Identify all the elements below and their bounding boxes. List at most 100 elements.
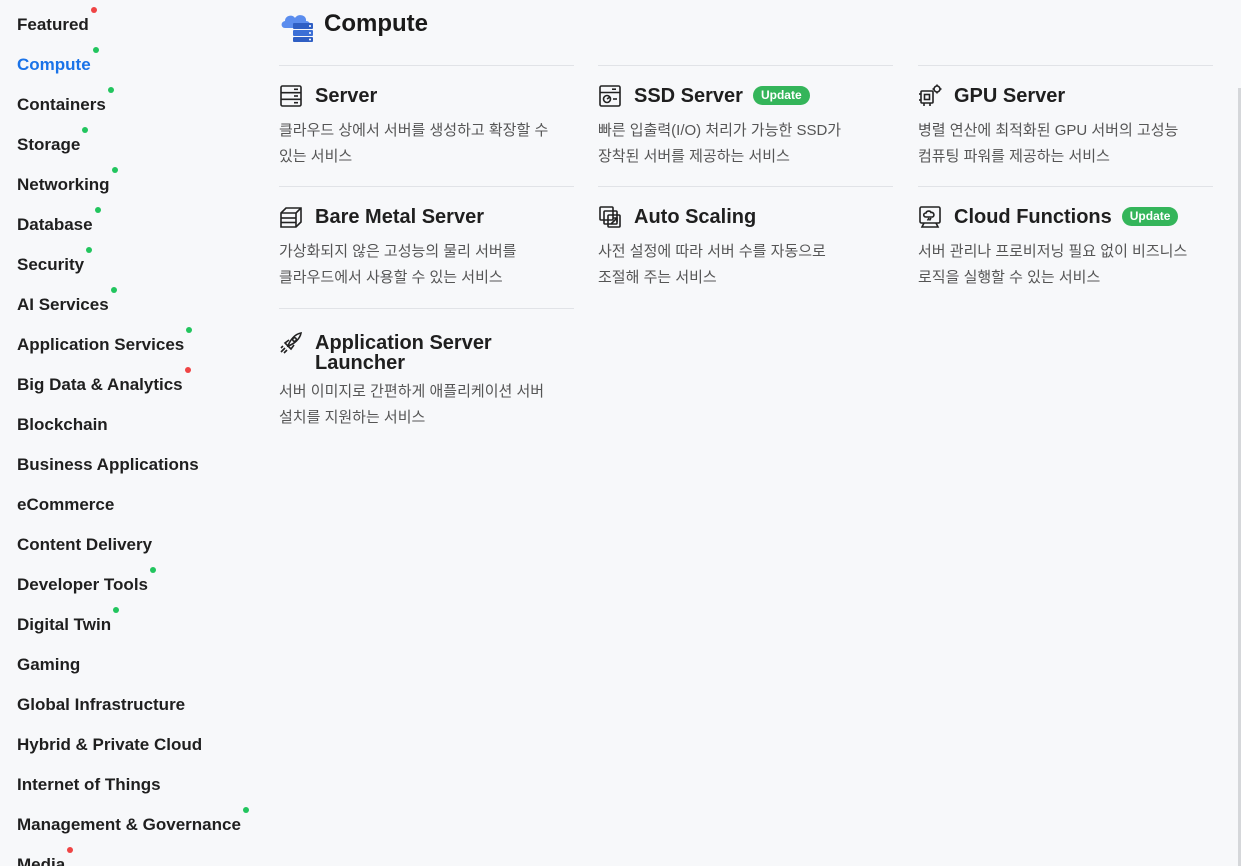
sidebar-item-label: Database: [17, 215, 93, 234]
service-card-gpu-server[interactable]: GPU Server 병렬 연산에 최적화된 GPU 서버의 고성능 컴퓨팅 파…: [918, 65, 1213, 186]
sidebar-item-ai-services[interactable]: AI Services: [17, 287, 117, 315]
page-title: Compute: [324, 10, 428, 37]
sidebar-item-label: Gaming: [17, 655, 81, 674]
status-dot: [82, 127, 89, 133]
sidebar-item-internet-of-things[interactable]: Internet of Things: [17, 775, 161, 795]
sidebar-item-label: Content Delivery: [17, 535, 153, 554]
status-dot: [90, 7, 97, 13]
sidebar-item-ecommerce[interactable]: eCommerce: [17, 495, 114, 515]
card-description-line: 있는 서비스: [279, 148, 353, 165]
service-card-auto-scaling[interactable]: Auto Scaling 사전 설정에 따라 서버 수를 자동으로 조절해 주는…: [598, 186, 893, 308]
sidebar-item-media[interactable]: Media: [17, 847, 74, 866]
card-description-line: 클라우드 상에서 서버를 생성하고 확장할 수: [279, 122, 549, 139]
sidebar-item-label: Media: [17, 855, 66, 866]
card-description: 서버 관리나 프로비저닝 필요 없이 비즈니스 로직을 실행할 수 있는 서비스: [918, 239, 1218, 291]
card-description-line: 로직을 실행할 수 있는 서비스: [918, 269, 1101, 286]
card-description-line: 서버 관리나 프로비저닝 필요 없이 비즈니스: [918, 243, 1188, 260]
sidebar-item-global-infrastructure[interactable]: Global Infrastructure: [17, 695, 185, 715]
rocket-icon: [280, 332, 302, 354]
update-badge: Update: [1121, 207, 1179, 227]
card-description-line: 사전 설정에 따라 서버 수를 자동으로: [598, 243, 826, 260]
sidebar-item-label: Blockchain: [17, 415, 108, 434]
card-description: 서버 이미지로 간편하게 애플리케이션 서버 설치를 지원하는 서비스: [279, 379, 579, 431]
cloud-server-icon: [281, 15, 313, 42]
card-description-line: 설치를 지원하는 서비스: [279, 409, 426, 426]
sidebar-item-gaming[interactable]: Gaming: [17, 655, 80, 675]
service-card-ssd-server[interactable]: SSD Server Update 빠른 입출력(I/O) 처리가 가능한 SSD…: [598, 65, 893, 186]
card-title: Application Server Launcher: [315, 331, 492, 373]
card-description: 가상화되지 않은 고성능의 물리 서버를 클라우드에서 사용할 수 있는 서비스: [279, 239, 579, 291]
sidebar-item-label: Containers: [17, 95, 106, 114]
card-title: Bare Metal Server: [315, 206, 484, 228]
sidebar-item-storage[interactable]: Storage: [17, 127, 89, 155]
status-dot: [67, 847, 74, 853]
card-description-line: 클라우드에서 사용할 수 있는 서비스: [279, 269, 503, 286]
sidebar-item-label: Digital Twin: [17, 615, 112, 634]
auto-scaling-icon: [599, 206, 621, 228]
sidebar-item-business-applications[interactable]: Business Applications: [17, 455, 199, 475]
service-card-server[interactable]: Server 클라우드 상에서 서버를 생성하고 확장할 수 있는 서비스: [279, 65, 574, 186]
sidebar-item-label: Application Services: [17, 335, 185, 354]
sidebar-item-label: Compute: [17, 55, 91, 74]
server-icon: [280, 85, 302, 107]
sidebar-item-label: Management & Governance: [17, 815, 241, 834]
card-title: Server: [315, 85, 378, 107]
card-description-line: 서버 이미지로 간편하게 애플리케이션 서버: [279, 383, 545, 400]
sidebar-item-label: Big Data & Analytics: [17, 375, 183, 394]
status-dot: [107, 87, 114, 93]
service-card-bare-metal-server[interactable]: Bare Metal Server 가상화되지 않은 고성능의 물리 서버를 클…: [279, 186, 574, 308]
card-title: GPU Server: [954, 85, 1066, 107]
card-title: Auto Scaling: [634, 206, 757, 228]
status-dot: [86, 247, 93, 253]
card-title-line: Launcher: [315, 352, 406, 374]
status-dot: [113, 607, 120, 613]
gpu-chip-icon: [919, 84, 942, 106]
service-card-cloud-functions[interactable]: Cloud Functions Update 서버 관리나 프로비저닝 필요 없이…: [918, 186, 1213, 308]
sidebar-item-label: Security: [17, 255, 85, 274]
card-description-line: 가상화되지 않은 고성능의 물리 서버를: [279, 243, 517, 260]
status-dot: [92, 47, 99, 53]
sidebar-item-big-data[interactable]: Big Data & Analytics: [17, 367, 191, 395]
status-dot: [242, 807, 249, 813]
card-description-line: 조절해 주는 서비스: [598, 269, 717, 286]
service-card-application-server-launcher[interactable]: Application Server Launcher 서버 이미지로 간편하게…: [279, 308, 574, 448]
status-dot: [150, 567, 156, 573]
sidebar-item-digital-twin[interactable]: Digital Twin: [17, 607, 120, 635]
status-dot: [184, 367, 191, 373]
sidebar-item-developer-tools[interactable]: Developer Tools: [17, 567, 156, 595]
sidebar-item-compute[interactable]: Compute: [17, 47, 99, 75]
card-description: 빠른 입출력(I/O) 처리가 가능한 SSD가 장착된 서버를 제공하는 서비…: [598, 118, 898, 170]
card-title-text: Cloud Functions: [954, 206, 1112, 228]
status-dot: [186, 327, 193, 333]
sidebar-item-networking[interactable]: Networking: [17, 167, 118, 195]
cloud-functions-icon: [919, 206, 941, 228]
sidebar-item-content-delivery[interactable]: Content Delivery: [17, 535, 152, 555]
card-title: Cloud Functions Update: [954, 205, 1179, 228]
sidebar-item-security[interactable]: Security: [17, 247, 93, 275]
card-description-line: 병렬 연산에 최적화된 GPU 서버의 고성능: [918, 122, 1179, 139]
sidebar-item-application-services[interactable]: Application Services: [17, 327, 193, 355]
card-description-line: 컴퓨팅 파워를 제공하는 서비스: [918, 148, 1110, 165]
sidebar: Featured Compute Containers Storage Netw…: [0, 0, 260, 866]
sidebar-item-label: Developer Tools: [17, 575, 148, 594]
sidebar-item-blockchain[interactable]: Blockchain: [17, 415, 108, 435]
sidebar-item-containers[interactable]: Containers: [17, 87, 114, 115]
sidebar-item-label: AI Services: [17, 295, 109, 314]
status-dot: [111, 167, 118, 173]
sidebar-item-label: Storage: [17, 135, 81, 154]
card-title-line: Application Server: [315, 332, 492, 354]
sidebar-item-management-governance[interactable]: Management & Governance: [17, 807, 249, 835]
sidebar-item-label: Featured: [17, 15, 89, 34]
sidebar-item-featured[interactable]: Featured: [17, 7, 97, 35]
card-description-line: 장착된 서버를 제공하는 서비스: [598, 148, 790, 165]
sidebar-item-hybrid-private-cloud[interactable]: Hybrid & Private Cloud: [17, 735, 202, 755]
sidebar-item-label: Hybrid & Private Cloud: [17, 735, 203, 754]
sidebar-item-label: Business Applications: [17, 455, 199, 474]
status-dot: [94, 207, 101, 213]
sidebar-item-label: eCommerce: [17, 495, 115, 514]
update-badge: Update: [752, 86, 810, 106]
ssd-server-icon: [599, 85, 621, 107]
page: Featured Compute Containers Storage Netw…: [0, 0, 1241, 866]
card-title-text: SSD Server: [634, 85, 743, 107]
sidebar-item-database[interactable]: Database: [17, 207, 101, 235]
